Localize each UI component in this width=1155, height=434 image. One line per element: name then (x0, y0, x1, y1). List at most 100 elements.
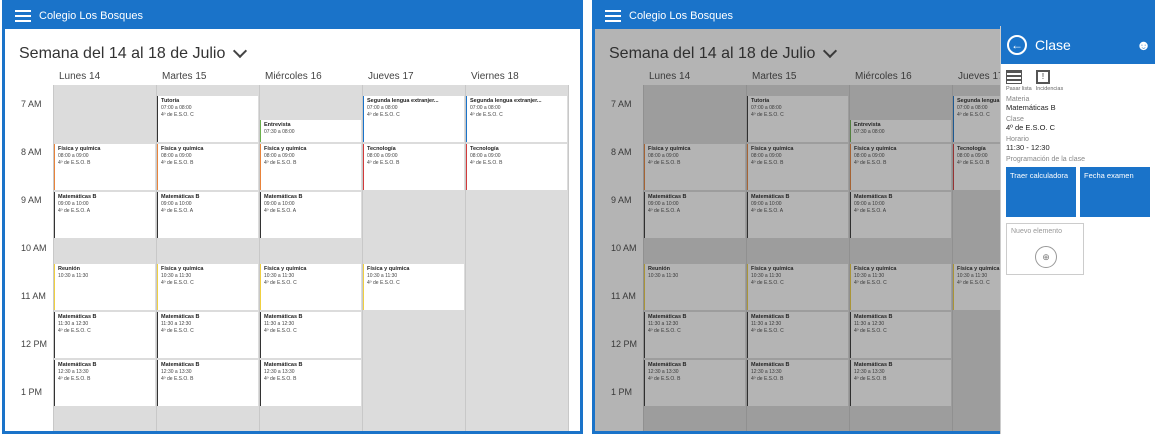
calendar-event[interactable]: Entrevista 07:30 a 08:00 (260, 120, 361, 142)
event-time: 07:00 a 08:00 (367, 105, 398, 111)
calendar-event[interactable]: Física y química 08:00 a 09:00 4º de E.S.O… (747, 144, 848, 190)
calendar-event[interactable]: Física y química 08:00 a 09:00 4º de E.S.O… (157, 144, 258, 190)
calendar-event[interactable]: Matemáticas B 09:00 a 10:00 4º de E.S.O. A (157, 192, 258, 238)
event-title: Matemáticas B (58, 362, 97, 368)
event-title: Matemáticas B (648, 314, 687, 320)
event-group: 4º de E.S.O. C (648, 328, 681, 334)
calendar-event[interactable]: Matemáticas B 09:00 a 10:00 4º de E.S.O. A (54, 192, 155, 238)
event-title: Matemáticas B (751, 314, 790, 320)
hour-label: 9 AM (21, 195, 42, 205)
calendar-event[interactable]: Matemáticas B 11:30 a 12:30 4º de E.S.O. C (747, 312, 848, 358)
calendar-event[interactable]: Física y química 10:30 a 11:30 4º de E.S.O… (260, 264, 361, 310)
calendar-event[interactable]: Matemáticas B 12:30 a 13:30 4º de E.S.O. B (157, 360, 258, 406)
calendar-event[interactable]: Segunda lengua extranjer...07:00 a 08:00… (363, 96, 464, 142)
calendar-event[interactable]: Matemáticas B 12:30 a 13:30 4º de E.S.O. B (747, 360, 848, 406)
calendar-event[interactable]: Matemáticas B 12:30 a 13:30 4º de E.S.O. B (260, 360, 361, 406)
calendar-event[interactable]: Matemáticas B 12:30 a 13:30 4º de E.S.O. B (850, 360, 951, 406)
event-time: 09:00 a 10:00 (648, 201, 679, 207)
event-time: 09:00 a 10:00 (161, 201, 192, 207)
calendar-event[interactable]: Matemáticas B 11:30 a 12:30 4º de E.S.O. C (644, 312, 745, 358)
calendar-event[interactable]: Tutoría 07:00 a 08:00 4º de E.S.O. C (747, 96, 848, 142)
event-group: 4º de E.S.O. B (854, 376, 887, 382)
tile-fecha-examen[interactable]: Fecha examen (1080, 167, 1150, 217)
calendar-event[interactable]: Tecnología08:00 a 09:004º de E.S.O. B (363, 144, 464, 190)
calendar-event[interactable]: Matemáticas B 12:30 a 13:30 4º de E.S.O. B (54, 360, 155, 406)
calendar-event[interactable]: Física y química 08:00 a 09:00 4º de E.S.O… (644, 144, 745, 190)
title-bar: Colegio Los Bosques (5, 3, 580, 29)
hamburger-menu-icon[interactable] (605, 10, 621, 22)
chevron-down-icon[interactable] (823, 43, 838, 59)
week-selector[interactable]: Semana del 14 al 18 de Julio (19, 43, 248, 63)
event-time: 07:30 a 08:00 (854, 129, 885, 135)
hour-label: 1 PM (21, 387, 43, 397)
event-group: 4º de E.S.O. B (161, 160, 194, 166)
event-title: Matemáticas B (648, 362, 687, 368)
calendar-event[interactable]: Matemáticas B 11:30 a 12:30 4º de E.S.O. C (260, 312, 361, 358)
event-time: 10:30 a 11:30 (264, 273, 295, 279)
calendar-event[interactable]: Matemáticas B 12:30 a 13:30 4º de E.S.O. B (644, 360, 745, 406)
calendar-event[interactable]: Física y química 10:30 a 11:30 4º de E.S.O… (157, 264, 258, 310)
calendar-event[interactable]: Reunión 10:30 a 11:30 (644, 264, 745, 310)
event-time: 11:30 a 12:30 (161, 321, 192, 327)
calendar-event[interactable]: Física y química 10:30 a 11:30 4º de E.S.O… (363, 264, 464, 310)
event-time: 08:00 a 09:00 (854, 153, 885, 159)
new-item-button[interactable]: Nuevo elemento ⊕ (1006, 223, 1084, 275)
calendar-event[interactable]: Reunión 10:30 a 11:30 (54, 264, 155, 310)
tile-traer-calculadora[interactable]: Traer calculadora (1006, 167, 1076, 217)
event-group: 4º de E.S.O. B (751, 160, 784, 166)
day-header: Lunes 14 (643, 69, 746, 85)
calendar-event[interactable]: Matemáticas B 11:30 a 12:30 4º de E.S.O. C (850, 312, 951, 358)
panel-header: ← Clase ☻ (1001, 26, 1155, 64)
day-header: Martes 15 (746, 69, 849, 85)
calendar-event[interactable]: Física y química 10:30 a 11:30 4º de E.S.O… (747, 264, 848, 310)
hamburger-menu-icon[interactable] (15, 10, 31, 22)
event-group: 4º de E.S.O. C (367, 112, 400, 118)
event-group: 4º de E.S.O. C (854, 280, 887, 286)
week-selector[interactable]: Semana del 14 al 18 de Julio (609, 43, 838, 63)
back-arrow-icon[interactable]: ← (1007, 35, 1027, 55)
calendar-event[interactable]: Física y química 08:00 a 09:00 4º de E.S.O… (260, 144, 361, 190)
event-time: 12:30 a 13:30 (648, 369, 679, 375)
list-icon[interactable] (1006, 70, 1022, 84)
event-title: Tutoría (751, 98, 770, 104)
incident-icon[interactable]: ! (1036, 70, 1050, 84)
calendar-event[interactable]: Matemáticas B 09:00 a 10:00 4º de E.S.O. A (260, 192, 361, 238)
event-group: 4º de E.S.O. C (751, 112, 784, 118)
incidencias-label[interactable]: Incidencias (1036, 86, 1064, 92)
hour-label: 12 PM (21, 339, 48, 349)
event-group: 4º de E.S.O. C (367, 280, 400, 286)
event-group: 4º de E.S.O. C (854, 328, 887, 334)
hour-label: 7 AM (21, 99, 42, 109)
calendar-event[interactable]: Matemáticas B 09:00 a 10:00 4º de E.S.O. A (850, 192, 951, 238)
event-group: 4º de E.S.O. B (58, 160, 91, 166)
calendar-event[interactable]: Matemáticas B 11:30 a 12:30 4º de E.S.O. C (157, 312, 258, 358)
event-group: 4º de E.S.O. B (648, 160, 681, 166)
calendar-event[interactable]: Matemáticas B 09:00 a 10:00 4º de E.S.O. A (644, 192, 745, 238)
calendar-event[interactable]: Tecnología08:00 a 09:004º de E.S.O. B (466, 144, 567, 190)
event-group: 4º de E.S.O. A (648, 208, 681, 214)
calendar-event[interactable]: Entrevista 07:30 a 08:00 (850, 120, 951, 142)
clase-label: Clase (1006, 116, 1024, 123)
chevron-down-icon[interactable] (233, 43, 248, 59)
event-title: Entrevista (854, 122, 881, 128)
calendar-event[interactable]: Segunda lengua extranjer...07:00 a 08:00… (466, 96, 567, 142)
event-time: 09:00 a 10:00 (854, 201, 885, 207)
calendar-event[interactable]: Física y química 08:00 a 09:00 4º de E.S.O… (54, 144, 155, 190)
event-title: Segunda lengua extranjer... (367, 98, 439, 104)
calendar-event[interactable]: Física y química 10:30 a 11:30 4º de E.S.O… (850, 264, 951, 310)
event-group: 4º de E.S.O. C (264, 280, 297, 286)
event-group: 4º de E.S.O. A (58, 208, 91, 214)
hour-label: 8 AM (21, 147, 42, 157)
event-title: Matemáticas B (264, 314, 303, 320)
calendar-event[interactable]: Tutoría 07:00 a 08:00 4º de E.S.O. C (157, 96, 258, 142)
calendar-event[interactable]: Física y química 08:00 a 09:00 4º de E.S.O… (850, 144, 951, 190)
event-group: 4º de E.S.O. A (264, 208, 297, 214)
hour-label: 10 AM (21, 243, 47, 253)
event-title: Reunión (648, 266, 670, 272)
calendar-event[interactable]: Matemáticas B 11:30 a 12:30 4º de E.S.O. C (54, 312, 155, 358)
calendar-event[interactable]: Matemáticas B 09:00 a 10:00 4º de E.S.O. A (747, 192, 848, 238)
event-group: 4º de E.S.O. B (264, 376, 297, 382)
people-icon[interactable]: ☻ (1136, 37, 1151, 53)
day-header: Martes 15 (156, 69, 259, 85)
pasar-lista-label[interactable]: Pasar lista (1006, 86, 1032, 92)
